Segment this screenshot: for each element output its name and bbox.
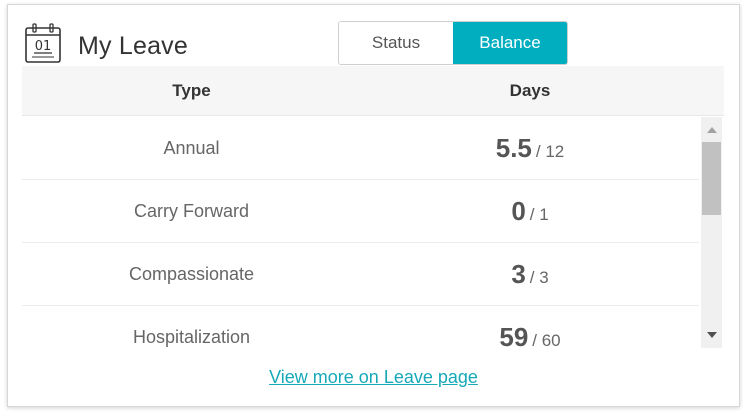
table-row: Carry Forward 0/ 1 [22, 180, 699, 243]
days-used: 5.5 [495, 132, 532, 163]
leave-type: Carry Forward [133, 200, 249, 221]
column-header-type: Type [172, 80, 211, 100]
scroll-up-arrow-icon[interactable] [701, 121, 722, 139]
widget-title: My Leave [78, 32, 188, 60]
view-more-link[interactable]: View more on Leave page [8, 367, 739, 388]
my-leave-card: 01 My Leave Status Balance Type Days Ann… [7, 4, 740, 407]
calendar-icon: 01 [24, 22, 64, 66]
days-total: / 12 [535, 141, 565, 161]
days-total: / 3 [529, 267, 549, 287]
leave-type: Compassionate [128, 263, 255, 284]
table-row: Compassionate 3/ 3 [22, 243, 699, 306]
leave-type: Annual [163, 137, 220, 158]
scroll-down-arrow-icon[interactable] [701, 326, 722, 344]
column-header-days: Days [509, 80, 551, 100]
days-used: 3 [511, 258, 526, 289]
leave-days: 5.5/ 12 [361, 133, 699, 164]
leave-days: 59/ 60 [361, 322, 699, 349]
calendar-icon-text: 01 [35, 39, 52, 54]
scrollbar-thumb[interactable] [702, 142, 721, 215]
days-used: 0 [511, 195, 526, 226]
days-total: / 1 [529, 204, 549, 224]
table-row: Hospitalization 59/ 60 [22, 306, 699, 349]
status-balance-toggle: Status Balance [338, 21, 568, 65]
table-row: Annual 5.5/ 12 [22, 117, 699, 180]
toggle-status[interactable]: Status [339, 22, 453, 64]
table-header: Type Days [22, 66, 724, 116]
leave-days: 3/ 3 [361, 259, 699, 290]
days-used: 59 [499, 321, 529, 349]
toggle-balance[interactable]: Balance [453, 22, 567, 64]
leave-type: Hospitalization [132, 326, 251, 347]
leave-days: 0/ 1 [361, 196, 699, 227]
days-total: / 60 [532, 330, 561, 349]
leave-balance-list[interactable]: Annual 5.5/ 12 Carry Forward 0/ 1 Compas… [22, 117, 699, 348]
vertical-scrollbar[interactable] [701, 117, 722, 348]
